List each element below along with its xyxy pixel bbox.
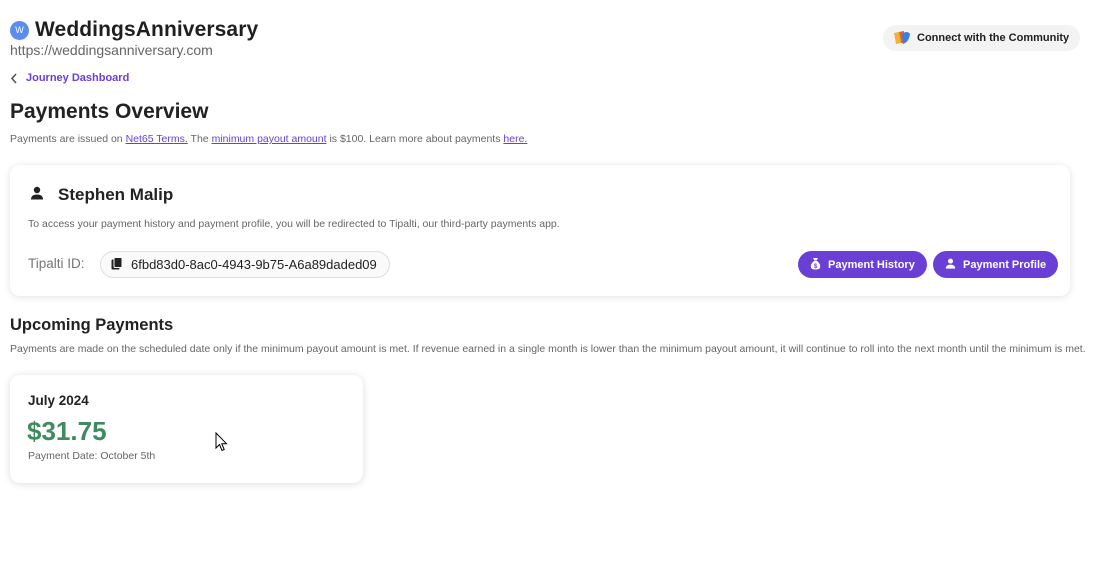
upcoming-payments-note: Payments are made on the scheduled date … [10, 343, 1086, 355]
site-header: W WeddingsAnniversary https://weddingsan… [10, 18, 258, 58]
person-icon [945, 258, 956, 272]
community-logo-icon [892, 30, 911, 46]
payment-month: July 2024 [28, 393, 89, 408]
tipalti-id-label: Tipalti ID: [28, 256, 85, 271]
chevron-left-icon [10, 72, 18, 84]
payee-profile-card: Stephen Malip To access your payment his… [10, 165, 1070, 296]
site-logo-icon: W [10, 20, 29, 40]
payment-amount: $31.75 [27, 416, 107, 446]
page-title: Payments Overview [10, 100, 209, 123]
copy-icon[interactable] [111, 256, 123, 273]
intro-text-3: is $100. Learn more about payments [326, 133, 504, 145]
money-bag-icon: $ [810, 257, 821, 273]
payment-date: Payment Date: October 5th [28, 450, 156, 462]
payment-history-label: Payment History [828, 258, 915, 271]
connect-community-label: Connect with the Community [917, 32, 1070, 44]
upcoming-payments-title: Upcoming Payments [10, 316, 174, 334]
intro-text-1: Payments are issued on [10, 133, 126, 145]
minimum-payout-link[interactable]: minimum payout amount [212, 133, 327, 145]
learn-more-here-link[interactable]: here. [503, 133, 527, 145]
back-link-label: Journey Dashboard [26, 72, 130, 84]
mouse-cursor-icon [215, 431, 228, 457]
tipalti-redirect-note: To access your payment history and payme… [28, 218, 560, 230]
site-url: https://weddingsanniversary.com [10, 42, 213, 58]
payee-name: Stephen Malip [58, 185, 174, 204]
intro-text-2: The [187, 133, 212, 145]
site-name: WeddingsAnniversary [35, 18, 259, 41]
tipalti-id-copy-field[interactable]: 6fbd83d0-8ac0-4943-9b75-A6a89daded09 [100, 251, 390, 278]
net65-terms-link[interactable]: Net65 Terms. [126, 133, 188, 145]
upcoming-payment-card: July 2024 $31.75 Payment Date: October 5… [10, 375, 363, 483]
payee-name-row: Stephen Malip [30, 185, 173, 205]
payments-intro-text: Payments are issued on Net65 Terms. The … [10, 133, 527, 145]
tipalti-id-value: 6fbd83d0-8ac0-4943-9b75-A6a89daded09 [131, 257, 377, 272]
person-icon [30, 186, 44, 205]
connect-community-button[interactable]: Connect with the Community [883, 25, 1081, 51]
site-title-row: W WeddingsAnniversary [10, 18, 258, 42]
back-to-journey-dashboard-link[interactable]: Journey Dashboard [10, 72, 129, 84]
payment-profile-button[interactable]: Payment Profile [933, 251, 1059, 278]
payment-history-button[interactable]: $ Payment History [798, 251, 927, 278]
payment-profile-label: Payment Profile [963, 258, 1047, 271]
